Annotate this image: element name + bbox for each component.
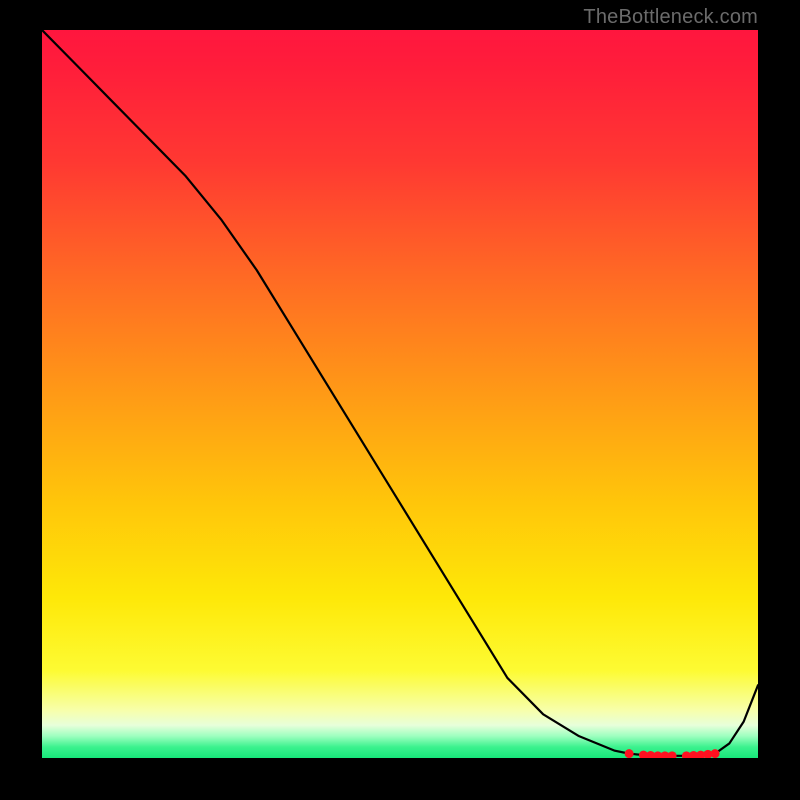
chart-frame: TheBottleneck.com xyxy=(0,0,800,800)
chart-marker xyxy=(682,751,691,758)
chart-series-line xyxy=(42,30,758,756)
chart-marker xyxy=(639,751,648,758)
chart-marker xyxy=(646,751,655,758)
chart-marker xyxy=(653,751,662,758)
chart-marker xyxy=(703,750,712,758)
chart-plot-area xyxy=(42,30,758,758)
chart-marker xyxy=(696,751,705,758)
chart-marker xyxy=(660,751,669,758)
chart-marker xyxy=(711,749,720,758)
chart-marker xyxy=(625,749,634,758)
chart-series-markers xyxy=(625,749,720,758)
chart-marker xyxy=(668,751,677,758)
watermark-text: TheBottleneck.com xyxy=(583,6,758,29)
chart-marker xyxy=(689,751,698,758)
chart-line-layer xyxy=(42,30,758,758)
